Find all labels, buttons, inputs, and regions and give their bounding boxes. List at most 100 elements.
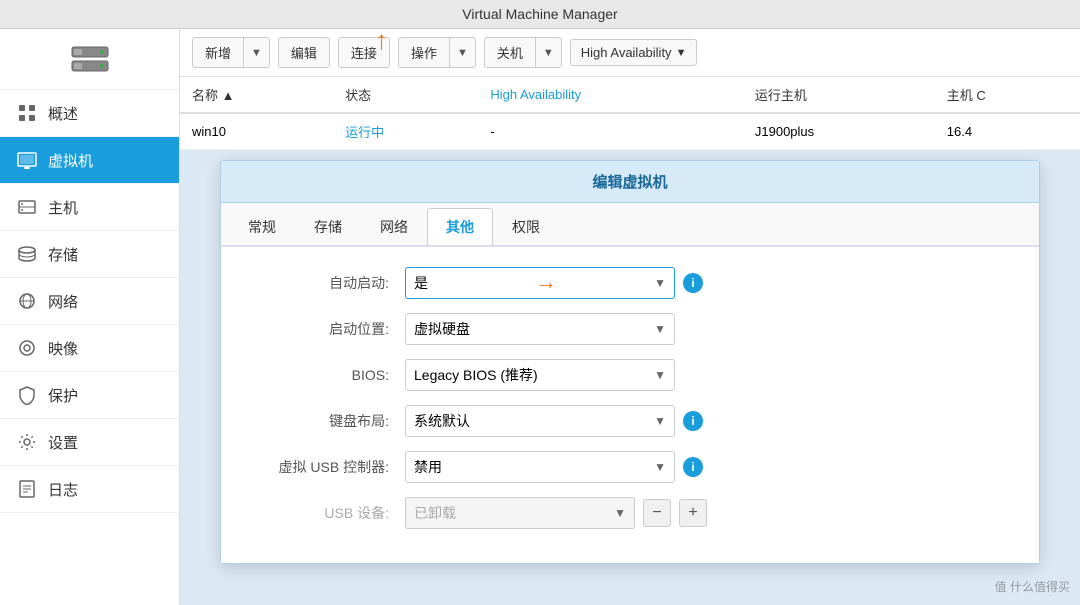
form-wrapper: → 自动启动: 是 ▼ i 启动位置: [245, 267, 1015, 529]
sidebar-item-network[interactable]: 网络 [0, 278, 179, 325]
bootloc-value: 虚拟硬盘 [414, 319, 470, 339]
autostart-arrow: ▼ [654, 276, 666, 290]
sidebar-item-host[interactable]: 主机 [0, 184, 179, 231]
host-icon [16, 196, 38, 218]
vm-host: J1900plus [743, 113, 935, 150]
form-row-usb-ctrl: 虚拟 USB 控制器: 禁用 ▼ i [245, 451, 1015, 483]
usb-ctrl-arrow: ▼ [654, 460, 666, 474]
info-keyboard[interactable]: i [683, 411, 703, 431]
vm-cpu: 16.4 [935, 113, 1080, 150]
sidebar-label-protection: 保护 [48, 385, 78, 406]
usb-dev-arrow: ▼ [614, 506, 626, 520]
sidebar-label-vm: 虚拟机 [48, 150, 93, 171]
sidebar-label-image: 映像 [48, 338, 78, 359]
shutdown-dropdown-arrow[interactable]: ▼ [536, 37, 562, 68]
shutdown-button[interactable]: 关机 [484, 37, 536, 68]
usb-ctrl-value: 禁用 [414, 457, 442, 477]
form-row-keyboard: 键盘布局: 系统默认 ▼ i [245, 405, 1015, 437]
title-bar: Virtual Machine Manager [0, 0, 1080, 29]
usb-remove-btn[interactable]: − [643, 499, 671, 527]
tab-storage[interactable]: 存储 [295, 208, 361, 245]
autostart-value: 是 [414, 273, 428, 293]
label-bootloc: 启动位置: [245, 319, 405, 339]
sidebar-label-logs: 日志 [48, 479, 78, 500]
settings-icon [16, 431, 38, 453]
info-usb-ctrl[interactable]: i [683, 457, 703, 477]
dialog-body: → 自动启动: 是 ▼ i 启动位置: [221, 247, 1039, 563]
operate-button[interactable]: 操作 [398, 37, 450, 68]
sidebar-item-overview[interactable]: 概述 [0, 90, 179, 137]
usb-controls: 已卸载 ▼ − + [405, 497, 707, 529]
sidebar-label-host: 主机 [48, 197, 78, 218]
tab-other[interactable]: 其他 [427, 208, 493, 245]
label-autostart: 自动启动: [245, 273, 405, 293]
table-row[interactable]: win10 运行中 - J1900plus 16.4 [180, 113, 1080, 150]
col-cpu: 主机 C [935, 77, 1080, 113]
dialog-overlay: 编辑虚拟机 常规 存储 网络 其他 权限 → 自动启动 [180, 150, 1080, 605]
select-bootloc[interactable]: 虚拟硬盘 ▼ [405, 313, 675, 345]
select-usb-dev[interactable]: 已卸载 ▼ [405, 497, 635, 529]
select-bios[interactable]: Legacy BIOS (推荐) ▼ [405, 359, 675, 391]
ha-button[interactable]: High Availability ▼ [570, 39, 698, 66]
arrow-annotation: ↑ [375, 29, 388, 53]
sidebar-item-logs[interactable]: 日志 [0, 466, 179, 513]
new-button[interactable]: 新增 [192, 37, 244, 68]
watermark: 值 什么值得买 [995, 578, 1070, 595]
usb-add-btn[interactable]: + [679, 499, 707, 527]
usb-dev-value: 已卸载 [414, 503, 456, 523]
vm-icon [16, 149, 38, 171]
protection-icon [16, 384, 38, 406]
new-btn-group: 新增 ▼ [192, 37, 270, 68]
storage-icon [16, 243, 38, 265]
tab-general[interactable]: 常规 [229, 208, 295, 245]
col-ha: High Availability [478, 77, 743, 113]
shutdown-btn-group: 关机 ▼ [484, 37, 562, 68]
operate-dropdown-arrow[interactable]: ▼ [450, 37, 476, 68]
image-icon [16, 337, 38, 359]
info-autostart[interactable]: i [683, 273, 703, 293]
select-usb-ctrl[interactable]: 禁用 ▼ [405, 451, 675, 483]
keyboard-value: 系统默认 [414, 411, 470, 431]
select-keyboard[interactable]: 系统默认 ▼ [405, 405, 675, 437]
tab-network[interactable]: 网络 [361, 208, 427, 245]
col-name: 名称 ▲ [180, 77, 333, 113]
operate-btn-group: 操作 ▼ [398, 37, 476, 68]
dialog-tabs: 常规 存储 网络 其他 权限 [221, 203, 1039, 247]
form-row-bootloc: 启动位置: 虚拟硬盘 ▼ [245, 313, 1015, 345]
sidebar-item-storage[interactable]: 存储 [0, 231, 179, 278]
sidebar-label-storage: 存储 [48, 244, 78, 265]
sidebar-item-protection[interactable]: 保护 [0, 372, 179, 419]
app-logo [0, 29, 179, 90]
vm-name: win10 [180, 113, 333, 150]
logo-icon [70, 39, 110, 79]
col-status: 状态 [333, 77, 478, 113]
sidebar-item-vm[interactable]: 虚拟机 [0, 137, 179, 184]
arrow-annotation-2: → [535, 269, 557, 295]
sidebar: 概述 虚拟机 主机 存储 网络 [0, 29, 180, 605]
vm-table: 名称 ▲ 状态 High Availability 运行主机 主机 C win1… [180, 77, 1080, 150]
sidebar-item-image[interactable]: 映像 [0, 325, 179, 372]
col-host: 运行主机 [743, 77, 935, 113]
new-dropdown-arrow[interactable]: ▼ [244, 37, 270, 68]
app-title: Virtual Machine Manager [462, 6, 617, 22]
bios-value: Legacy BIOS (推荐) [414, 365, 538, 385]
ha-dropdown-arrow: ▼ [676, 47, 687, 59]
sidebar-item-settings[interactable]: 设置 [0, 419, 179, 466]
content-area: ↑ 新增 ▼ 编辑 连接 操作 ▼ 关机 ▼ High Availability… [180, 29, 1080, 605]
vm-status: 运行中 [333, 113, 478, 150]
logs-icon [16, 478, 38, 500]
label-usb-ctrl: 虚拟 USB 控制器: [245, 457, 405, 477]
edit-button[interactable]: 编辑 [278, 37, 330, 68]
form-row-usb-dev: USB 设备: 已卸载 ▼ − + [245, 497, 1015, 529]
toolbar: ↑ 新增 ▼ 编辑 连接 操作 ▼ 关机 ▼ High Availability… [180, 29, 1080, 77]
edit-dialog: 编辑虚拟机 常规 存储 网络 其他 权限 → 自动启动 [220, 160, 1040, 564]
overview-icon [16, 102, 38, 124]
tab-permissions[interactable]: 权限 [493, 208, 559, 245]
form-row-bios: BIOS: Legacy BIOS (推荐) ▼ [245, 359, 1015, 391]
bootloc-arrow: ▼ [654, 322, 666, 336]
sidebar-label-network: 网络 [48, 291, 78, 312]
sidebar-label-settings: 设置 [48, 432, 78, 453]
bios-arrow: ▼ [654, 368, 666, 382]
vm-ha: - [478, 113, 743, 150]
network-icon [16, 290, 38, 312]
